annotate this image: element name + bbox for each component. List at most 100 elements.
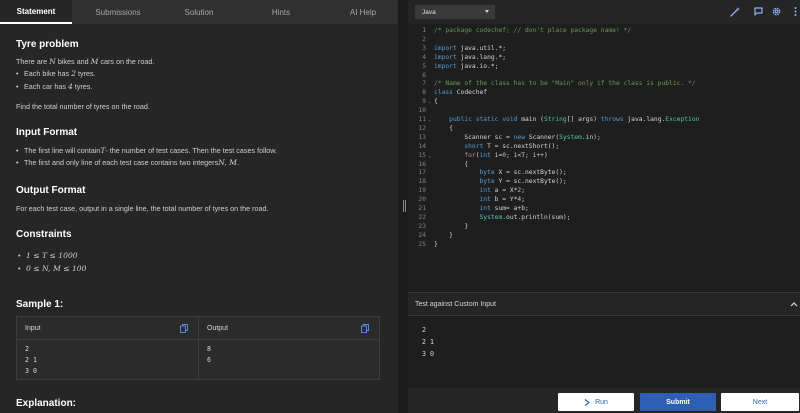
bullet-text-post: tyres. xyxy=(74,82,93,91)
more-icon[interactable] xyxy=(790,6,800,17)
constraints-title: Constraints xyxy=(16,229,72,240)
code-line[interactable]: 3 import java.util.*; xyxy=(408,45,800,54)
code-line[interactable]: 16 { xyxy=(408,161,800,170)
chevron-up-icon[interactable] xyxy=(790,301,798,307)
chevron-down-icon xyxy=(485,10,489,13)
code-text: { xyxy=(434,124,453,132)
line-number: 22 xyxy=(418,213,426,221)
language-select-value: Java xyxy=(422,8,436,16)
play-icon xyxy=(584,398,590,406)
line-number: 1 xyxy=(422,27,426,34)
code-line[interactable]: 23 } xyxy=(408,223,800,232)
code-line[interactable]: 9 ⌄{ xyxy=(408,98,800,107)
code-text: int a = X*2; xyxy=(479,187,526,195)
code-line[interactable]: 17 byte X = sc.nextByte(); xyxy=(408,169,800,178)
bullet-text-post: - the number of test cases. Then the tes… xyxy=(105,146,278,155)
code-text: Scanner sc = new Scanner(System.in); xyxy=(434,133,601,141)
code-text: import java.io.*; xyxy=(434,62,499,70)
line-number: 13 xyxy=(418,133,426,141)
problem-task: Find the total number of tyres on the ro… xyxy=(16,102,150,111)
code-line[interactable]: 15 ⌄ for(int i=0; i<T; i++) xyxy=(408,152,800,161)
code-line[interactable]: 14 short T = sc.nextShort(); xyxy=(408,143,800,152)
input-format-title: Input Format xyxy=(16,127,78,138)
code-text: } xyxy=(434,231,453,239)
custom-input-value[interactable]: 2 2 1 3 0 xyxy=(422,324,434,360)
input-format-bullet-1: • The first line will contain T - the num… xyxy=(16,145,277,158)
input-format-bullet-2: • The first and only line of each test ca… xyxy=(16,157,239,170)
custom-input-header[interactable]: Test against Custom Input xyxy=(408,292,800,316)
code-text: byte Y = sc.nextByte(); xyxy=(479,178,567,186)
code-line[interactable]: 19 int a = X*2; xyxy=(408,187,800,196)
line-number: 24 xyxy=(418,231,426,239)
sample-input-header: Input xyxy=(17,317,198,340)
output-format-title: Output Format xyxy=(16,185,86,196)
bullet-car-tyres: • Each car has 4 tyres. xyxy=(16,81,92,94)
reset-icon[interactable] xyxy=(753,6,764,17)
code-text: for(int i=0; i<T; i++) xyxy=(464,151,548,159)
bullet-bike-tyres: • Each bike has 2 tyres. xyxy=(16,68,96,81)
code-line[interactable]: 2 xyxy=(408,36,800,45)
line-number: 11 xyxy=(418,116,426,123)
bullet-dot: • xyxy=(16,146,19,155)
code-line[interactable]: 1 /* package codechef; // don't place pac… xyxy=(408,27,800,36)
code-text: short T = sc.nextShort(); xyxy=(464,142,560,150)
bullet-dot: • xyxy=(16,69,19,78)
code-text: { xyxy=(434,160,469,168)
action-bar: Run Submit Next xyxy=(408,388,800,413)
magic-wand-icon[interactable] xyxy=(730,6,741,17)
line-number: 4 xyxy=(422,53,426,61)
bullet-dot: • xyxy=(16,82,19,91)
bullet-text-post: . xyxy=(236,158,239,167)
code-line[interactable]: 18 byte Y = sc.nextByte(); xyxy=(408,178,800,187)
code-line[interactable]: 8 class Codechef xyxy=(408,89,800,98)
code-line[interactable]: 25} xyxy=(408,241,800,250)
bullet-text-pre: Each car has xyxy=(24,82,66,91)
code-editor[interactable]: 1 /* package codechef; // don't place pac… xyxy=(408,24,800,292)
copy-icon[interactable] xyxy=(180,324,188,333)
code-line[interactable]: 4 import java.lang.*; xyxy=(408,54,800,63)
copy-icon[interactable] xyxy=(361,324,369,333)
code-line[interactable]: 12 { xyxy=(408,125,800,134)
code-line[interactable]: 21 int sum= a+b; xyxy=(408,205,800,214)
sample-title: Sample 1: xyxy=(16,299,64,310)
run-button-label: Run xyxy=(595,398,608,406)
next-button[interactable]: Next xyxy=(721,393,799,411)
line-number: 16 xyxy=(418,160,426,168)
output-format-text: For each test case, output in a single l… xyxy=(16,204,269,213)
code-text: { xyxy=(434,98,438,106)
sample-output-label: Output xyxy=(207,324,229,332)
line-number: 5 xyxy=(422,62,426,70)
tab-hints[interactable]: Hints xyxy=(234,0,328,24)
code-text: /* package codechef; // don't place pack… xyxy=(434,27,632,34)
language-select[interactable]: Java xyxy=(415,5,495,19)
code-line[interactable]: 24 } xyxy=(408,232,800,241)
submit-button[interactable]: Submit xyxy=(640,393,716,411)
custom-input-label: Test against Custom Input xyxy=(415,300,496,308)
tab-bar: Statement Submissions Solution Hints AI … xyxy=(0,0,398,24)
drag-handle-icon[interactable] xyxy=(403,200,406,212)
line-number: 14 xyxy=(418,142,426,150)
code-line[interactable]: 7 /* Name of the class has to be "Main" o… xyxy=(408,80,800,89)
tab-submissions[interactable]: Submissions xyxy=(72,0,164,24)
code-line[interactable]: 13 Scanner sc = new Scanner(System.in); xyxy=(408,134,800,143)
sample-box: Input 2 2 1 3 0 Output 8 6 xyxy=(16,316,380,380)
code-line[interactable]: 5 import java.io.*; xyxy=(408,63,800,72)
code-text: /* Name of the class has to be "Main" on… xyxy=(434,80,696,88)
tab-solution[interactable]: Solution xyxy=(164,0,234,24)
sample-input-value: 2 2 1 3 0 xyxy=(25,345,37,375)
run-button[interactable]: Run xyxy=(558,393,634,411)
code-text: public static void main (String[] args) … xyxy=(449,116,700,123)
code-line[interactable]: 10 xyxy=(408,107,800,116)
code-line[interactable]: 20 int b = Y*4; xyxy=(408,196,800,205)
tab-ai-help[interactable]: AI Help xyxy=(328,0,398,24)
line-number: 18 xyxy=(418,178,426,186)
line-number: 15 xyxy=(418,151,426,159)
code-line[interactable]: 11 ⌄ public static void main (String[] ar… xyxy=(408,116,800,125)
code-line[interactable]: 22 System.out.println(sum); xyxy=(408,214,800,223)
code-line[interactable]: 6 xyxy=(408,72,800,81)
tab-statement[interactable]: Statement xyxy=(0,0,72,24)
custom-input-field[interactable]: 2 2 1 3 0 xyxy=(408,316,800,388)
line-number: 12 xyxy=(418,124,426,132)
code-text: } xyxy=(434,240,438,248)
gear-icon[interactable] xyxy=(771,6,782,17)
